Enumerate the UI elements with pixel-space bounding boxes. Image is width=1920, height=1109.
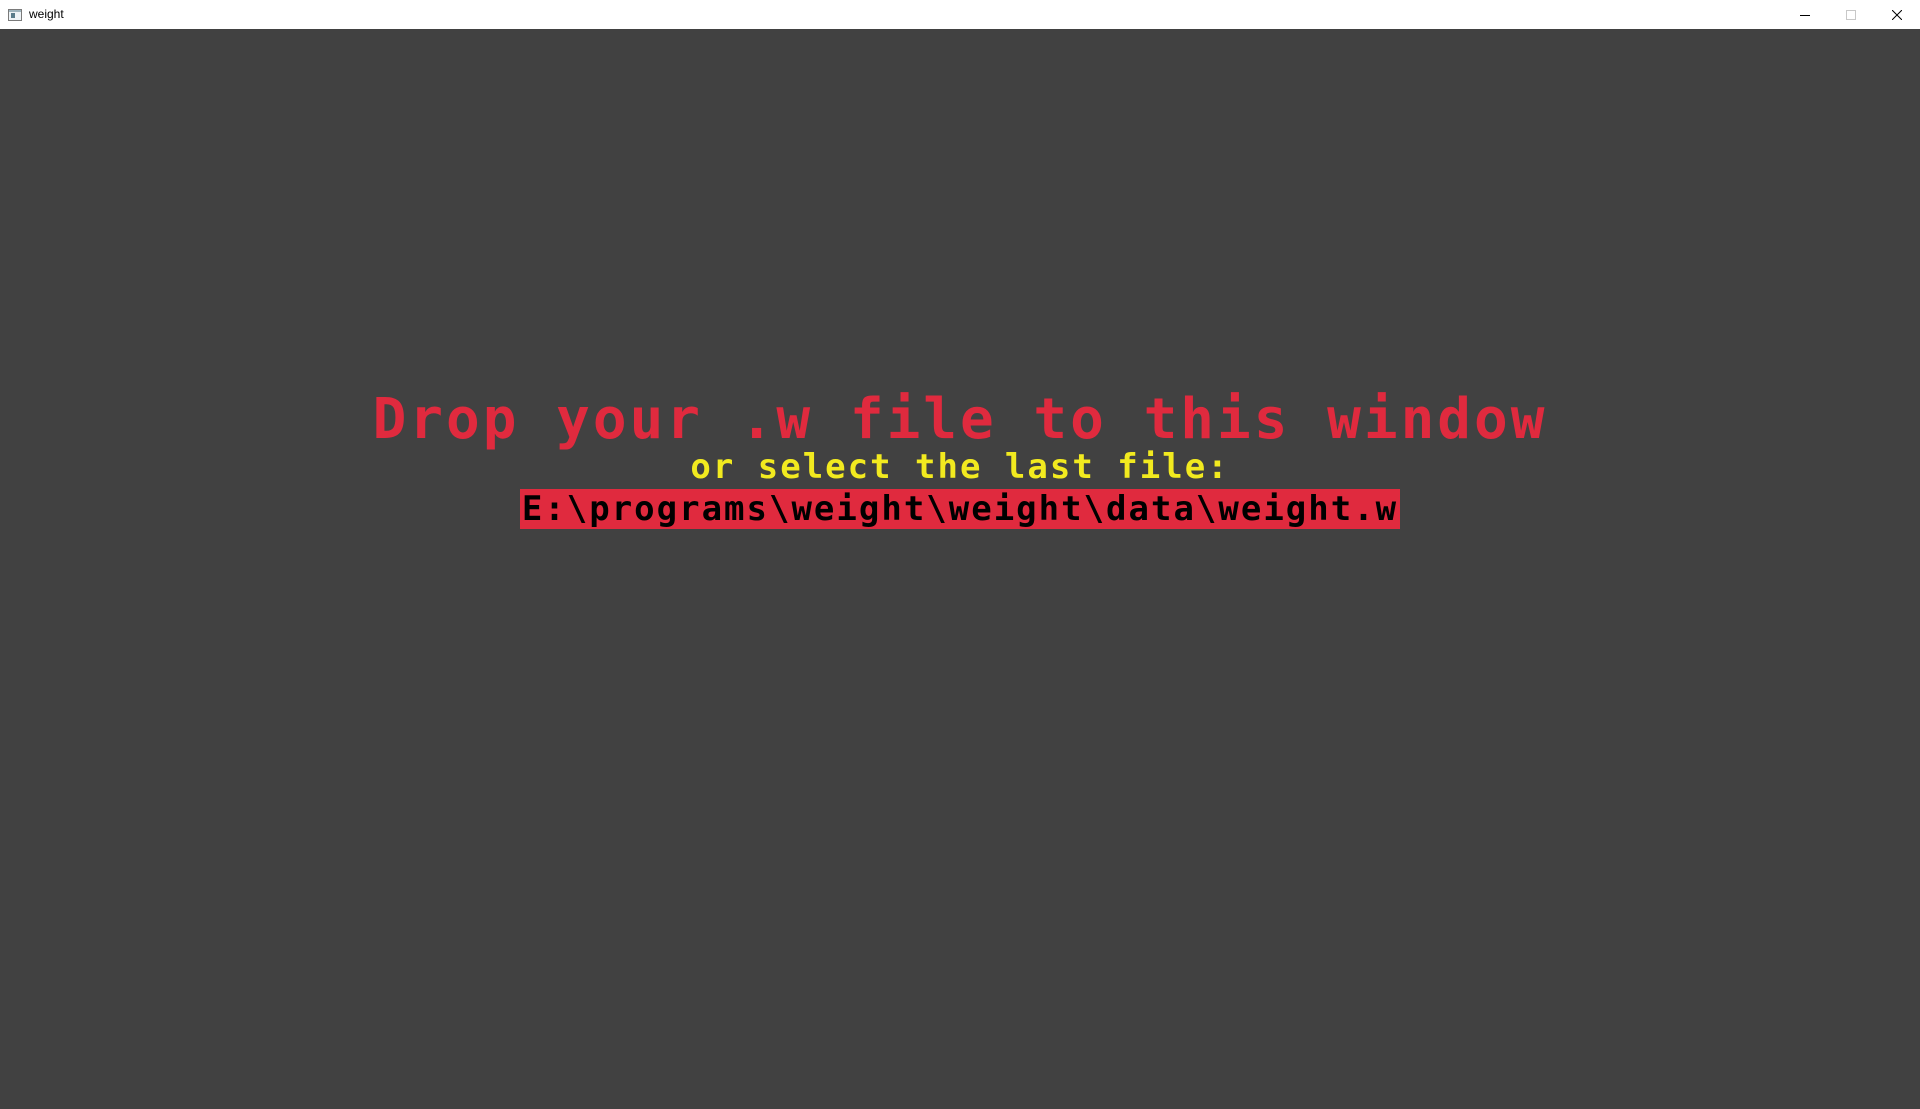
- window-controls: [1782, 0, 1920, 29]
- app-icon: [8, 8, 22, 21]
- minimize-button[interactable]: [1782, 0, 1828, 29]
- drop-area[interactable]: Drop your .w file to this window or sele…: [0, 29, 1920, 1109]
- maximize-icon: [1846, 9, 1856, 20]
- last-file-row: E:\programs\weight\weight\data\weight.w: [0, 489, 1920, 529]
- select-last-file-message: or select the last file:: [690, 447, 1230, 487]
- maximize-button: [1828, 0, 1874, 29]
- drop-file-message: Drop your .w file to this window: [372, 387, 1548, 452]
- close-button[interactable]: [1874, 0, 1920, 29]
- window-titlebar[interactable]: weight: [0, 0, 1920, 29]
- minimize-icon: [1800, 14, 1810, 16]
- window-title: weight: [29, 7, 64, 21]
- close-icon: [1892, 9, 1902, 20]
- last-file-button[interactable]: E:\programs\weight\weight\data\weight.w: [519, 489, 1401, 529]
